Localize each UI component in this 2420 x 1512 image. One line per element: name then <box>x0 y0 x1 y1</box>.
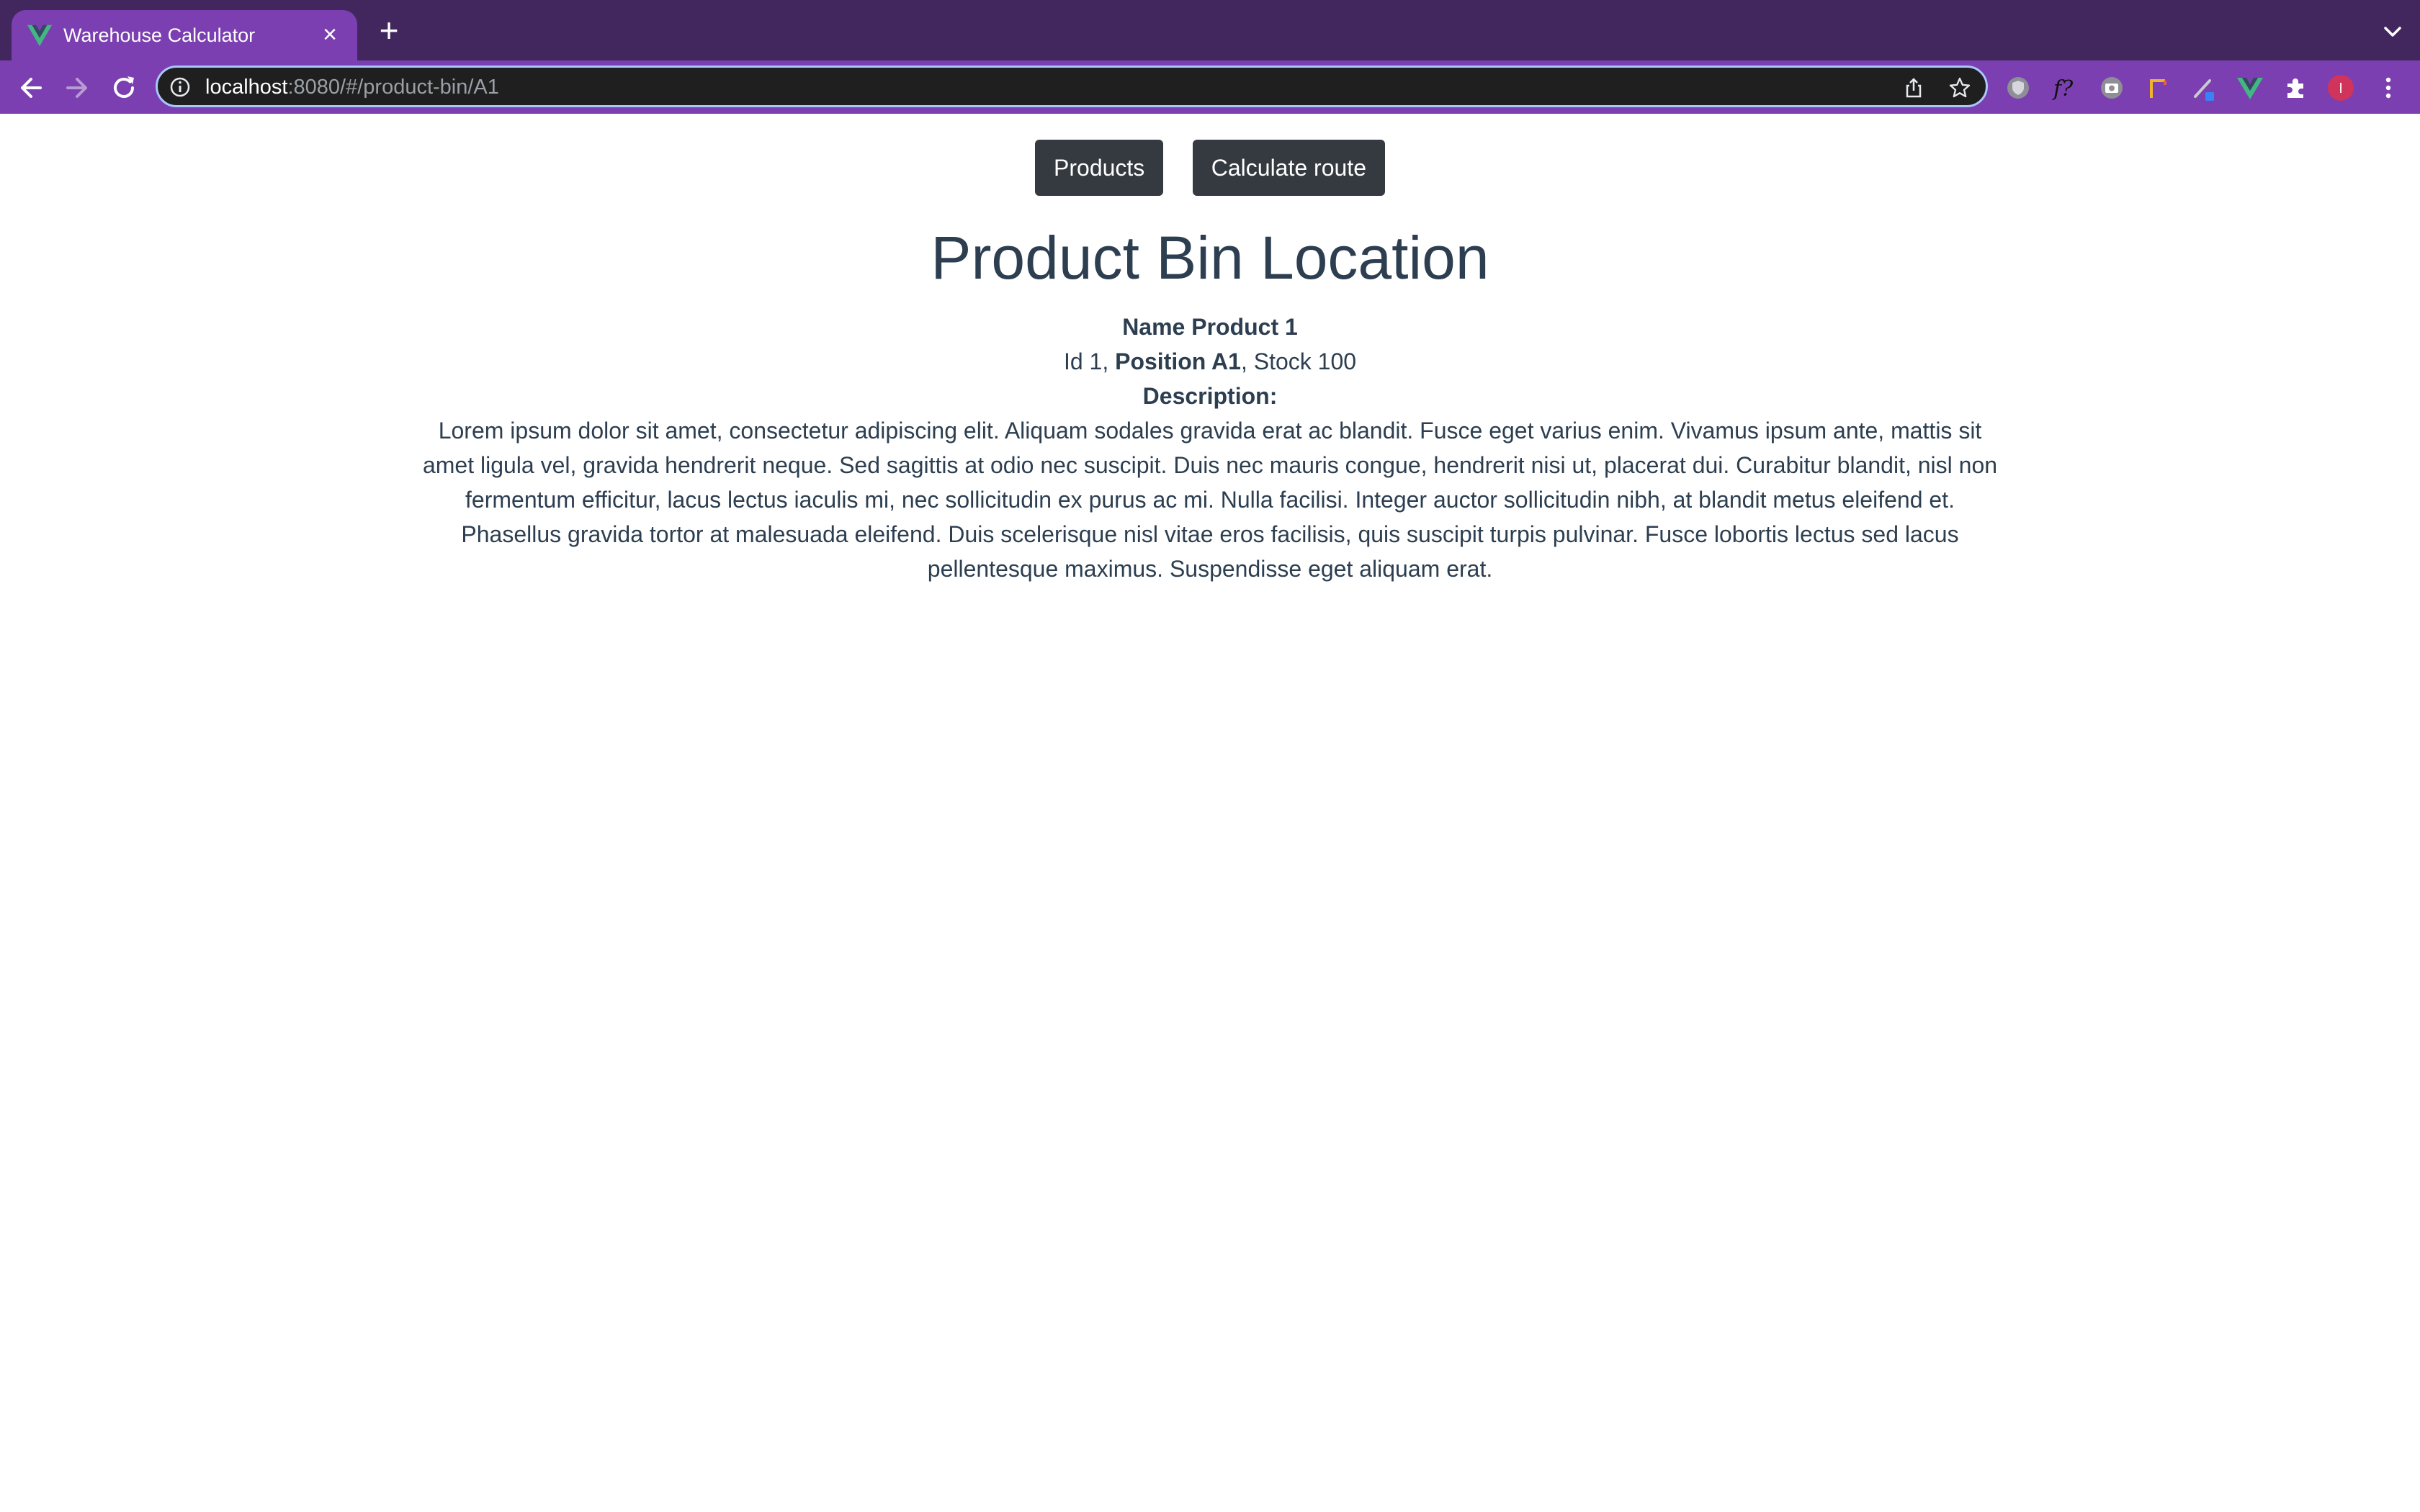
svg-text:f?: f? <box>2052 76 2074 102</box>
site-info-icon[interactable] <box>169 76 191 98</box>
tab-title: Warehouse Calculator <box>63 24 256 46</box>
description-line: fermentum efficitur, lacus lectus iaculi… <box>465 487 1955 513</box>
share-icon[interactable] <box>1902 76 1925 99</box>
description-line: Lorem ipsum dolor sit amet, consectetur … <box>438 418 1982 444</box>
browser-menu-icon[interactable] <box>2374 73 2403 102</box>
product-details-line: Id 1, Position A1, Stock 100 <box>403 344 2017 379</box>
url-text[interactable]: localhost:8080/#/product-bin/A1 <box>205 76 499 99</box>
description-label: Description: <box>1142 383 1278 409</box>
product-name-label: Name <box>1122 314 1186 340</box>
reload-icon[interactable] <box>108 72 140 104</box>
tab-warehouse-calculator[interactable]: Warehouse Calculator × <box>12 10 357 60</box>
eyedropper-extension-icon[interactable] <box>2190 73 2218 102</box>
product-position: Position A1 <box>1115 348 1241 374</box>
tab-search-chevron-icon[interactable] <box>2380 19 2406 45</box>
product-name-value: Product 1 <box>1191 314 1298 340</box>
camera-extension-icon[interactable] <box>2097 73 2126 102</box>
calculate-route-button[interactable]: Calculate route <box>1192 140 1385 196</box>
shield-extension-icon[interactable] <box>2004 73 2033 102</box>
url-path: :8080/#/product-bin/A1 <box>287 76 499 99</box>
product-name-line: Name Product 1 <box>403 310 2017 344</box>
product-stock: , Stock 100 <box>1240 348 1357 374</box>
products-button[interactable]: Products <box>1035 140 1164 196</box>
tab-close-icon[interactable]: × <box>315 20 344 49</box>
forward-arrow-icon[interactable] <box>60 72 92 104</box>
vue-logo-icon <box>27 24 53 47</box>
address-bar[interactable]: localhost:8080/#/product-bin/A1 <box>156 66 1988 107</box>
description-line: Phasellus gravida tortor at malesuada el… <box>461 521 1959 547</box>
top-nav: Products Calculate route <box>0 140 2420 196</box>
page-title: Product Bin Location <box>931 224 1489 292</box>
new-tab-button[interactable]: + <box>373 14 405 47</box>
back-arrow-icon[interactable] <box>16 72 48 104</box>
product-info: Name Product 1 Id 1, Position A1, Stock … <box>403 310 2017 586</box>
flag-extension-icon[interactable] <box>2143 73 2172 102</box>
extensions-puzzle-icon[interactable] <box>2282 73 2311 102</box>
tab-strip: Warehouse Calculator × + <box>0 0 2420 60</box>
formula-extension-icon[interactable]: f? <box>2050 73 2079 102</box>
description-line: amet ligula vel, gravida hendrerit neque… <box>422 452 1998 478</box>
vue-devtools-icon[interactable] <box>2236 73 2264 102</box>
profile-avatar-icon[interactable]: I <box>2326 73 2355 102</box>
product-id: Id 1, <box>1063 348 1116 374</box>
browser-toolbar: localhost:8080/#/product-bin/A1 f? I <box>0 60 2420 114</box>
url-host: localhost <box>205 76 288 99</box>
svg-text:I: I <box>2339 81 2343 96</box>
browser-window: Warehouse Calculator × + localhost:8080/… <box>0 0 2420 1512</box>
page-content: Products Calculate route Product Bin Loc… <box>0 114 2420 1512</box>
description-line: pellentesque maximus. Suspendisse eget a… <box>927 556 1493 582</box>
bookmark-star-icon[interactable] <box>1948 76 1971 99</box>
